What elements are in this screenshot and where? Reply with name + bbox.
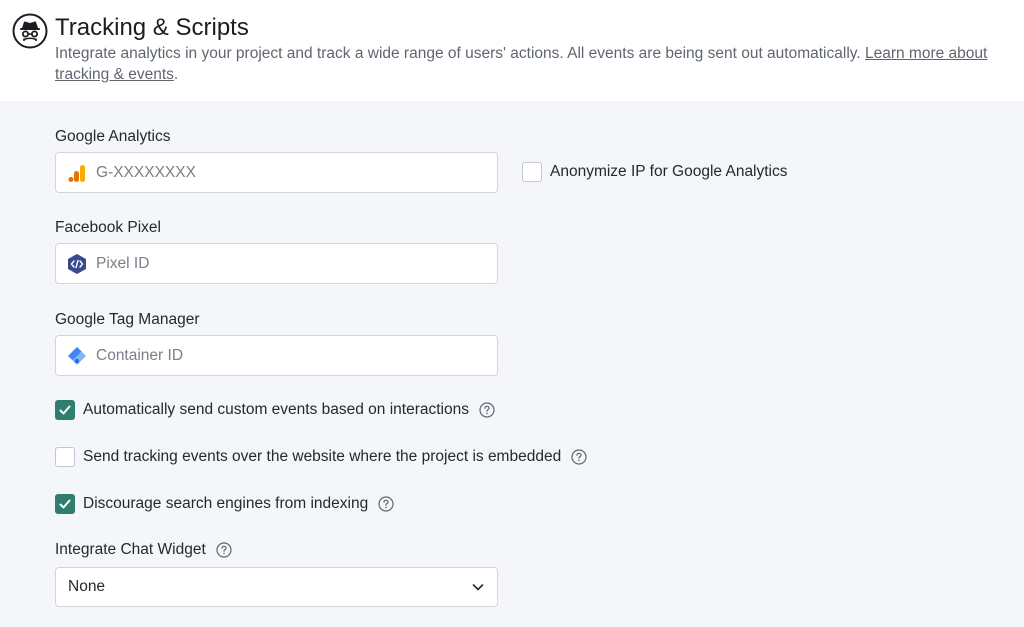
- chat-widget-selected: None: [68, 578, 106, 595]
- help-icon[interactable]: [216, 542, 232, 558]
- page-description: Integrate analytics in your project and …: [55, 43, 995, 85]
- anonymize-ip-checkbox[interactable]: [522, 162, 542, 182]
- embedded-tracking-label: Send tracking events over the website wh…: [83, 448, 562, 465]
- page-header: Tracking & Scripts Integrate analytics i…: [0, 0, 1024, 101]
- facebook-pixel-input[interactable]: [96, 254, 486, 273]
- help-icon[interactable]: [571, 449, 587, 465]
- page-title: Tracking & Scripts: [55, 14, 249, 41]
- help-icon[interactable]: [479, 402, 495, 418]
- checkmark-icon: [59, 499, 71, 509]
- chat-widget-select[interactable]: None: [55, 567, 498, 607]
- google-analytics-field[interactable]: [55, 152, 498, 193]
- option-embedded-tracking[interactable]: Send tracking events over the website wh…: [55, 447, 587, 467]
- help-icon[interactable]: [378, 496, 394, 512]
- chat-widget-label: Integrate Chat Widget: [55, 541, 206, 558]
- google-analytics-input[interactable]: [96, 163, 486, 182]
- google-tag-manager-field[interactable]: [55, 335, 498, 376]
- checkmark-icon: [59, 405, 71, 415]
- google-tag-manager-input[interactable]: [96, 346, 486, 365]
- google-analytics-icon: [66, 162, 88, 184]
- facebook-pixel-field[interactable]: [55, 243, 498, 284]
- custom-events-checkbox[interactable]: [55, 400, 75, 420]
- chevron-down-icon: [472, 584, 484, 591]
- anonymize-ip-option[interactable]: Anonymize IP for Google Analytics: [522, 162, 788, 182]
- code-icon: [66, 253, 88, 275]
- option-discourage-indexing[interactable]: Discourage search engines from indexing: [55, 494, 394, 514]
- discourage-indexing-label: Discourage search engines from indexing: [83, 495, 369, 512]
- description-period: .: [173, 66, 179, 83]
- tag-manager-icon: [66, 345, 88, 367]
- description-text: Integrate analytics in your project and …: [55, 45, 861, 62]
- anonymize-ip-label: Anonymize IP for Google Analytics: [550, 163, 788, 180]
- embedded-tracking-checkbox[interactable]: [55, 447, 75, 467]
- google-tag-manager-label: Google Tag Manager: [55, 311, 200, 328]
- custom-events-label: Automatically send custom events based o…: [83, 401, 469, 418]
- google-analytics-label: Google Analytics: [55, 128, 171, 145]
- facebook-pixel-label: Facebook Pixel: [55, 219, 161, 236]
- chat-widget-label-row: Integrate Chat Widget: [55, 541, 232, 559]
- incognito-icon: [12, 13, 48, 49]
- option-custom-events[interactable]: Automatically send custom events based o…: [55, 400, 495, 420]
- discourage-indexing-checkbox[interactable]: [55, 494, 75, 514]
